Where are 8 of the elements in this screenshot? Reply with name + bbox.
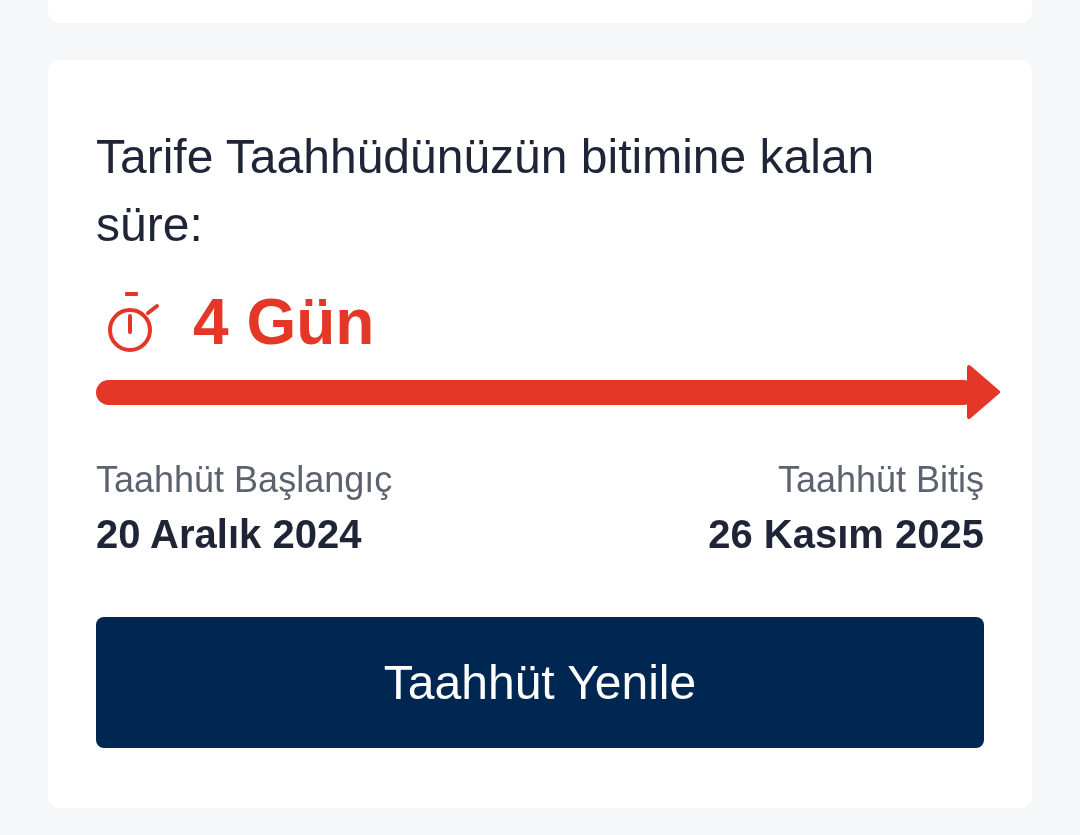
renew-button[interactable]: Taahhüt Yenile [96, 617, 984, 748]
end-label: Taahhüt Bitiş [777, 458, 984, 502]
commitment-title: Tarife Taahhüdünüzün bitimine kalan süre: [96, 129, 876, 253]
start-date: 20 Aralık 2024 [96, 511, 362, 558]
stopwatch-icon [108, 292, 160, 352]
start-label: Taahhüt Başlangıç [96, 458, 393, 502]
end-date: 26 Kasım 2025 [708, 511, 984, 558]
remaining-days: 4 Gün [193, 286, 375, 358]
